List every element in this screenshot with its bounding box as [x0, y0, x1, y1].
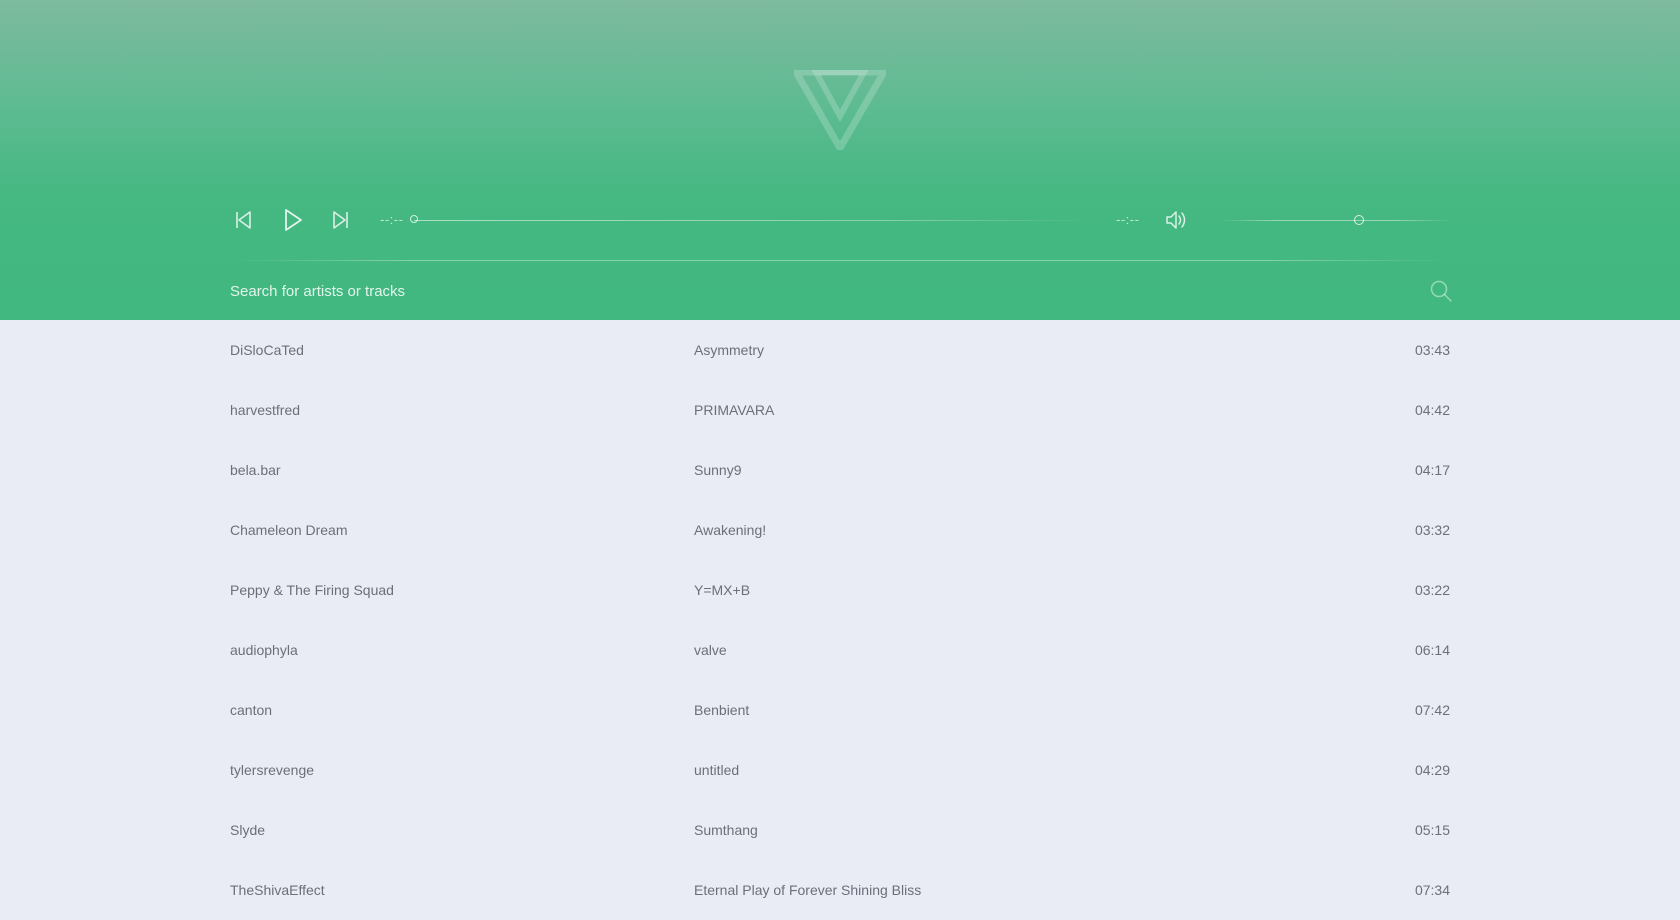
track-duration: 07:34: [1414, 882, 1450, 898]
play-icon[interactable]: [278, 206, 306, 234]
track-artist: bela.bar: [230, 462, 281, 478]
track-artist: TheShivaEffect: [230, 882, 325, 898]
track-row[interactable]: tylersrevenge untitled 04:29: [0, 740, 1680, 800]
track-title: Benbient: [694, 702, 750, 718]
search-icon[interactable]: [1428, 278, 1454, 304]
track-duration: 05:15: [1414, 822, 1450, 838]
progress-handle[interactable]: [410, 215, 418, 223]
track-title: Y=MX+B: [694, 582, 751, 598]
track-duration: 04:17: [1414, 462, 1450, 478]
track-artist: Peppy & The Firing Squad: [230, 582, 394, 598]
track-row[interactable]: bela.bar Sunny9 04:17: [0, 440, 1680, 500]
skip-previous-icon[interactable]: [232, 208, 256, 232]
track-title: PRIMAVARA: [694, 402, 775, 418]
header-divider: [228, 260, 1452, 261]
track-artist: audiophyla: [230, 642, 298, 658]
track-row[interactable]: Chameleon Dream Awakening! 03:32: [0, 500, 1680, 560]
track-title: untitled: [694, 762, 740, 778]
track-title: Asymmetry: [694, 342, 764, 358]
volume-icon[interactable]: [1164, 207, 1190, 233]
total-time: --:--: [1116, 212, 1140, 227]
track-artist: Chameleon Dream: [230, 522, 348, 538]
track-artist: DiSloCaTed: [230, 342, 304, 358]
track-duration: 03:22: [1414, 582, 1450, 598]
track-title: Sunny9: [694, 462, 742, 478]
track-artist: tylersrevenge: [230, 762, 315, 778]
track-artist: Slyde: [230, 822, 266, 838]
volume-handle[interactable]: [1354, 215, 1364, 225]
current-time: --:--: [380, 212, 404, 227]
track-duration: 04:29: [1414, 762, 1450, 778]
track-row[interactable]: audiophyla valve 06:14: [0, 620, 1680, 680]
track-duration: 03:32: [1414, 522, 1450, 538]
player-header: --:-- --:--: [0, 0, 1680, 320]
volume-slider[interactable]: [1218, 220, 1452, 221]
track-row[interactable]: canton Benbient 07:42: [0, 680, 1680, 740]
track-title: Eternal Play of Forever Shining Bliss: [694, 882, 922, 898]
track-artist: canton: [230, 702, 273, 718]
track-list: DiSloCaTed Asymmetry 03:43 harvestfred P…: [0, 320, 1680, 920]
track-row[interactable]: DiSloCaTed Asymmetry 03:43: [0, 320, 1680, 380]
skip-next-icon[interactable]: [328, 208, 352, 232]
track-artist: harvestfred: [230, 402, 301, 418]
track-duration: 03:43: [1414, 342, 1450, 358]
v-logo-icon: [794, 70, 886, 150]
track-row[interactable]: Peppy & The Firing Squad Y=MX+B 03:22: [0, 560, 1680, 620]
track-row[interactable]: TheShivaEffect Eternal Play of Forever S…: [0, 860, 1680, 920]
track-duration: 04:42: [1414, 402, 1450, 418]
player-controls: --:-- --:--: [228, 204, 1452, 236]
progress-bar[interactable]: [414, 220, 1094, 221]
track-duration: 07:42: [1414, 702, 1450, 718]
track-title: valve: [694, 642, 727, 658]
track-row[interactable]: harvestfred PRIMAVARA 04:42: [0, 380, 1680, 440]
track-row[interactable]: Slyde Sumthang 05:15: [0, 800, 1680, 860]
track-title: Awakening!: [694, 522, 767, 538]
track-title: Sumthang: [694, 822, 758, 838]
search-input[interactable]: [230, 278, 1380, 304]
track-duration: 06:14: [1414, 642, 1450, 658]
